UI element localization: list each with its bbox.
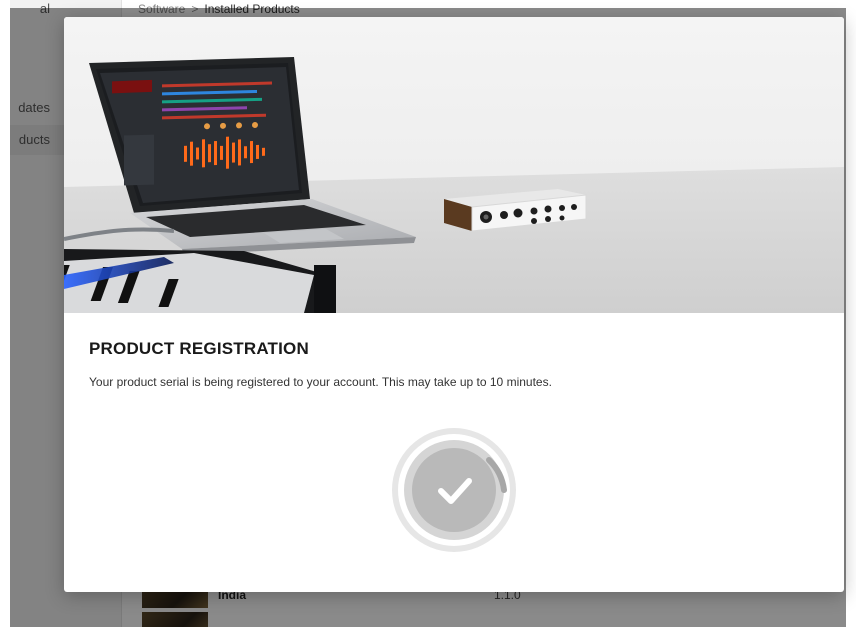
modal-message: Your product serial is being registered …	[89, 375, 552, 389]
product-registration-modal: PRODUCT REGISTRATION Your product serial…	[64, 17, 844, 592]
modal-title: PRODUCT REGISTRATION	[89, 339, 309, 358]
registration-status-indicator	[388, 424, 520, 556]
hero-image	[64, 17, 844, 313]
checkmark-icon	[392, 428, 516, 552]
